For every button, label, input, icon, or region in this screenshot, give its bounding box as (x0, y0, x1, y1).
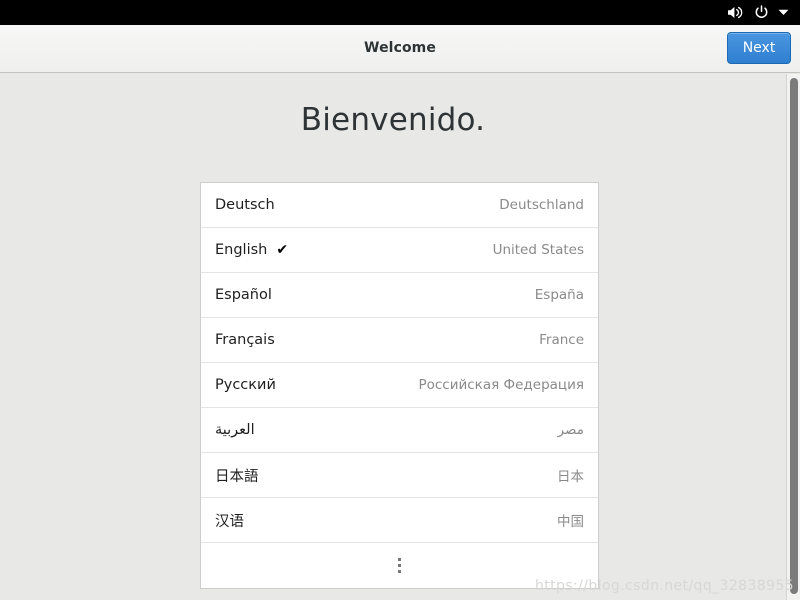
language-label: Français (215, 332, 275, 348)
language-name-cell: العربية (215, 422, 264, 438)
more-languages-button[interactable] (201, 543, 598, 588)
language-name-cell: Español (215, 287, 281, 303)
table-row[interactable]: 汉语 中国 (201, 498, 598, 543)
power-icon[interactable] (748, 0, 774, 25)
language-name-cell: Deutsch (215, 197, 284, 213)
region-label: Deutschland (499, 197, 584, 213)
language-label: English (215, 242, 268, 258)
vertical-scrollbar[interactable] (786, 74, 800, 600)
main-content: Bienvenido. Deutsch Deutschland English … (0, 73, 800, 600)
page-title: Welcome (364, 40, 436, 56)
language-list: Deutsch Deutschland English ✔ United Sta… (200, 182, 599, 589)
volume-icon[interactable] (722, 0, 748, 25)
check-icon: ✔ (276, 242, 289, 258)
more-vertical-icon (398, 558, 401, 573)
screen: Welcome Next Bienvenido. Deutsch Deutsch… (0, 0, 800, 600)
language-label: 日本語 (215, 468, 259, 485)
table-row[interactable]: English ✔ United States (201, 228, 598, 273)
table-row[interactable]: العربية مصر (201, 408, 598, 453)
region-label: España (534, 287, 584, 303)
language-label: Deutsch (215, 197, 275, 213)
language-name-cell: Русский (215, 377, 285, 393)
table-row[interactable]: Deutsch Deutschland (201, 183, 598, 228)
region-label: Российская Федерация (418, 377, 584, 393)
welcome-heading: Bienvenido. (300, 102, 486, 138)
language-label: Español (215, 287, 272, 303)
table-row[interactable]: Français France (201, 318, 598, 363)
region-label: 中国 (557, 514, 584, 530)
chevron-down-icon[interactable] (774, 0, 792, 25)
region-label: France (539, 332, 584, 348)
window-header-bar: Welcome Next (0, 25, 800, 73)
language-name-cell: 汉语 (215, 510, 253, 531)
language-label: Русский (215, 377, 276, 393)
region-label: 日本 (557, 469, 584, 485)
table-row[interactable]: 日本語 日本 (201, 453, 598, 498)
language-label: 汉语 (215, 513, 244, 530)
language-name-cell: English ✔ (215, 242, 288, 258)
language-label: العربية (215, 422, 255, 438)
region-label: United States (492, 242, 584, 258)
language-name-cell: Français (215, 332, 284, 348)
next-button[interactable]: Next (727, 32, 791, 64)
region-label: مصر (557, 422, 584, 438)
language-name-cell: 日本語 (215, 465, 268, 486)
system-tray-bar (0, 0, 800, 25)
table-row[interactable]: Español España (201, 273, 598, 318)
table-row[interactable]: Русский Российская Федерация (201, 363, 598, 408)
scrollbar-thumb[interactable] (790, 78, 798, 594)
